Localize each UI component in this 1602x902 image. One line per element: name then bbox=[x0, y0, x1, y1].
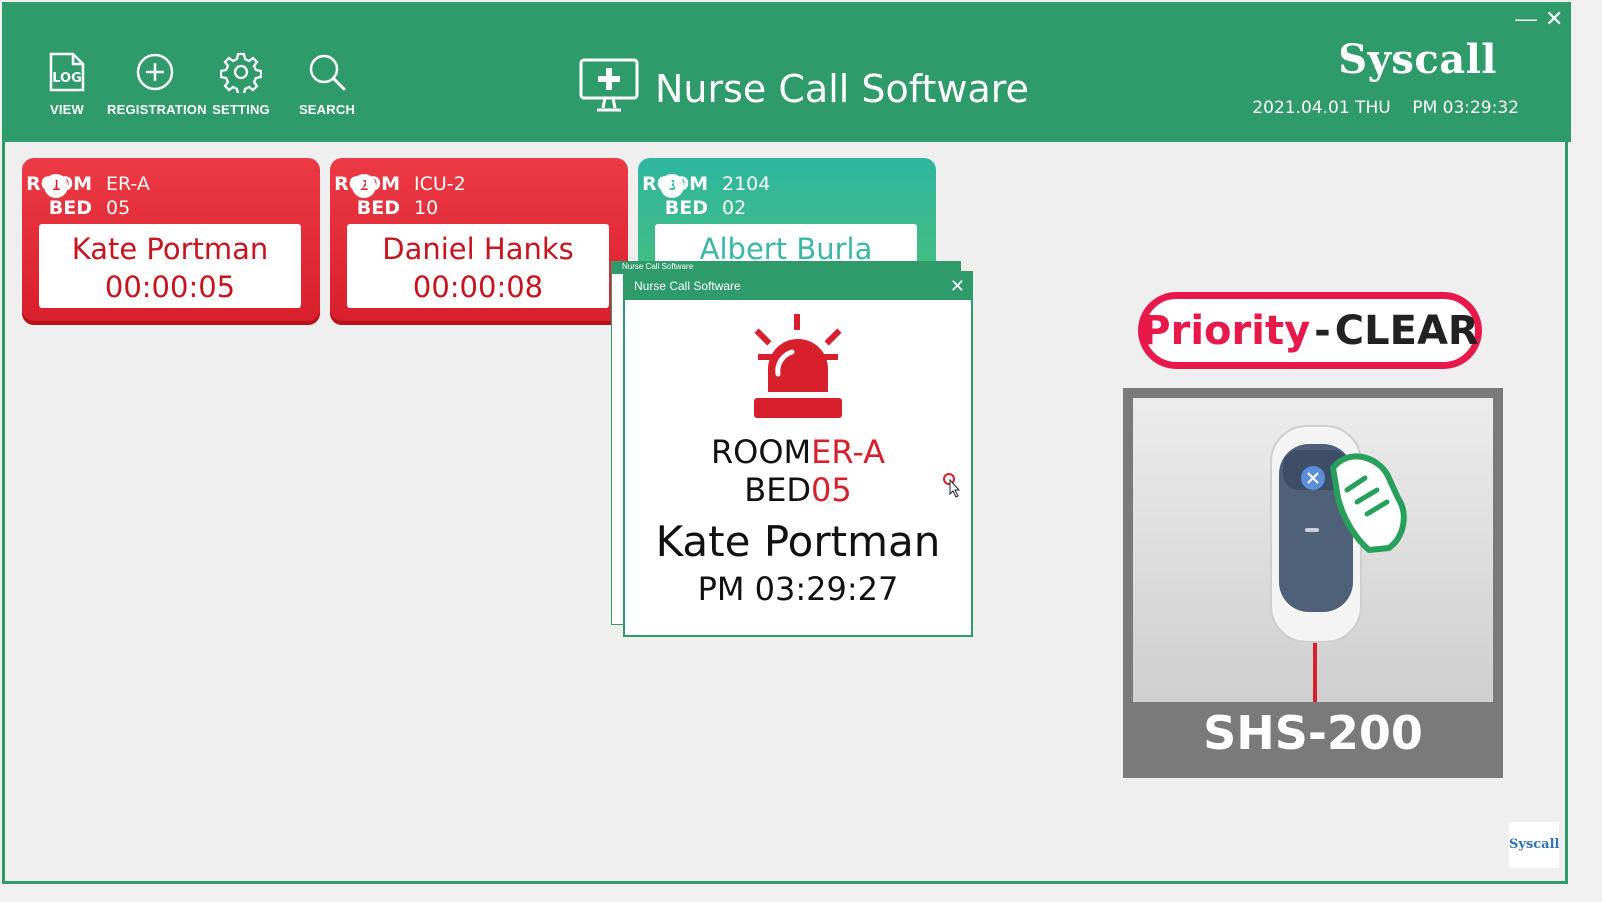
popup-bed-key: BED bbox=[744, 471, 812, 509]
bed-value: 02 bbox=[722, 197, 747, 219]
plus-circle-icon bbox=[107, 50, 203, 94]
room-bed-info: ROOM ICU-2 BED 10 bbox=[330, 172, 466, 220]
view-label: VIEW bbox=[49, 102, 85, 117]
room-bed-info: ROOM 2104 BED 02 bbox=[638, 172, 770, 220]
priority-dash: - bbox=[1314, 307, 1331, 354]
room-bed-info: ROOM ER-A BED 05 bbox=[22, 172, 150, 220]
setting-label: SETTING bbox=[212, 102, 270, 117]
popup-patient-name: Kate Portman bbox=[655, 517, 941, 566]
current-date: 2021.04.01 THU bbox=[1252, 98, 1391, 118]
setting-button[interactable]: SETTING bbox=[193, 50, 289, 117]
bed-key: BED bbox=[48, 197, 92, 219]
popup-bed-value: 05 bbox=[811, 471, 852, 509]
call-card-1[interactable]: 1 ROOM ER-A BED 05 Kate Portman 00:00:05 bbox=[22, 158, 320, 325]
bed-value: 10 bbox=[414, 197, 439, 219]
priority-status: CLEAR bbox=[1334, 307, 1479, 354]
registration-label: REGISTRATION bbox=[107, 102, 207, 117]
call-card-2[interactable]: 2 ROOM ICU-2 BED 10 Daniel Hanks 00:00:08 bbox=[330, 158, 628, 325]
priority-word: Priority bbox=[1141, 307, 1311, 354]
current-time: PM 03:29:32 bbox=[1412, 98, 1519, 118]
room-value: 2104 bbox=[722, 173, 771, 195]
search-icon bbox=[279, 50, 375, 94]
svg-text:LOG: LOG bbox=[52, 71, 82, 86]
call-button-device-image bbox=[1133, 398, 1493, 702]
room-key: ROOM bbox=[642, 173, 708, 195]
close-window-button[interactable]: ✕ bbox=[1545, 8, 1563, 30]
search-button[interactable]: SEARCH bbox=[279, 50, 375, 117]
device-panel: SHS-200 bbox=[1123, 388, 1503, 778]
app-title: Nurse Call Software bbox=[655, 66, 1029, 111]
bed-key: BED bbox=[664, 197, 708, 219]
call-alert-popup[interactable]: Nurse Call Software ✕ ROOMER-A BED05 Kat… bbox=[623, 271, 973, 637]
popup-titlebar: Nurse Call Software ✕ bbox=[625, 273, 971, 300]
popup-room-line: ROOMER-A bbox=[625, 433, 971, 471]
header-bar: — ✕ LOG VIEW REGISTRATION SETTING SEARCH… bbox=[5, 2, 1571, 142]
elapsed-time: 00:00:08 bbox=[412, 270, 544, 304]
current-datetime: 2021.04.01 THU PM 03:29:32 bbox=[1252, 98, 1519, 118]
popup-back-title: Nurse Call Software bbox=[622, 262, 694, 271]
patient-panel: Daniel Hanks 00:00:08 bbox=[347, 224, 609, 308]
room-value: ER-A bbox=[106, 173, 150, 195]
bed-key: BED bbox=[356, 197, 400, 219]
patient-name: Kate Portman bbox=[71, 232, 269, 266]
monitor-plus-icon bbox=[579, 58, 639, 119]
mouse-cursor-icon bbox=[943, 472, 963, 503]
popup-room-value: ER-A bbox=[811, 433, 886, 471]
room-value: ICU-2 bbox=[414, 173, 466, 195]
gear-icon bbox=[193, 50, 289, 94]
elapsed-time: 00:00:05 bbox=[104, 270, 236, 304]
popup-call-time: PM 03:29:27 bbox=[697, 570, 899, 608]
search-label: SEARCH bbox=[298, 102, 356, 117]
brand-logo: Syscall bbox=[1338, 36, 1497, 83]
patient-name: Daniel Hanks bbox=[382, 232, 574, 266]
registration-button[interactable]: REGISTRATION bbox=[107, 50, 207, 117]
app-title-group: Nurse Call Software bbox=[579, 58, 1029, 119]
patient-panel: Kate Portman 00:00:05 bbox=[39, 224, 301, 308]
priority-clear-badge: Priority - CLEAR bbox=[1138, 292, 1482, 369]
view-log-button[interactable]: LOG VIEW bbox=[19, 50, 115, 117]
log-file-icon: LOG bbox=[19, 50, 115, 94]
siren-icon bbox=[625, 314, 971, 429]
corner-brand-logo: Syscall bbox=[1509, 822, 1559, 868]
popup-bed-line: BED05 bbox=[625, 471, 971, 509]
popup-title: Nurse Call Software bbox=[634, 279, 741, 293]
popup-room-key: ROOM bbox=[710, 433, 812, 471]
app-window: — ✕ LOG VIEW REGISTRATION SETTING SEARCH… bbox=[2, 2, 1571, 884]
minimize-button[interactable]: — bbox=[1515, 8, 1537, 30]
device-model: SHS-200 bbox=[1203, 706, 1423, 760]
room-key: ROOM bbox=[26, 173, 92, 195]
room-key: ROOM bbox=[334, 173, 400, 195]
bed-value: 05 bbox=[106, 197, 131, 219]
popup-close-button[interactable]: ✕ bbox=[950, 273, 965, 300]
